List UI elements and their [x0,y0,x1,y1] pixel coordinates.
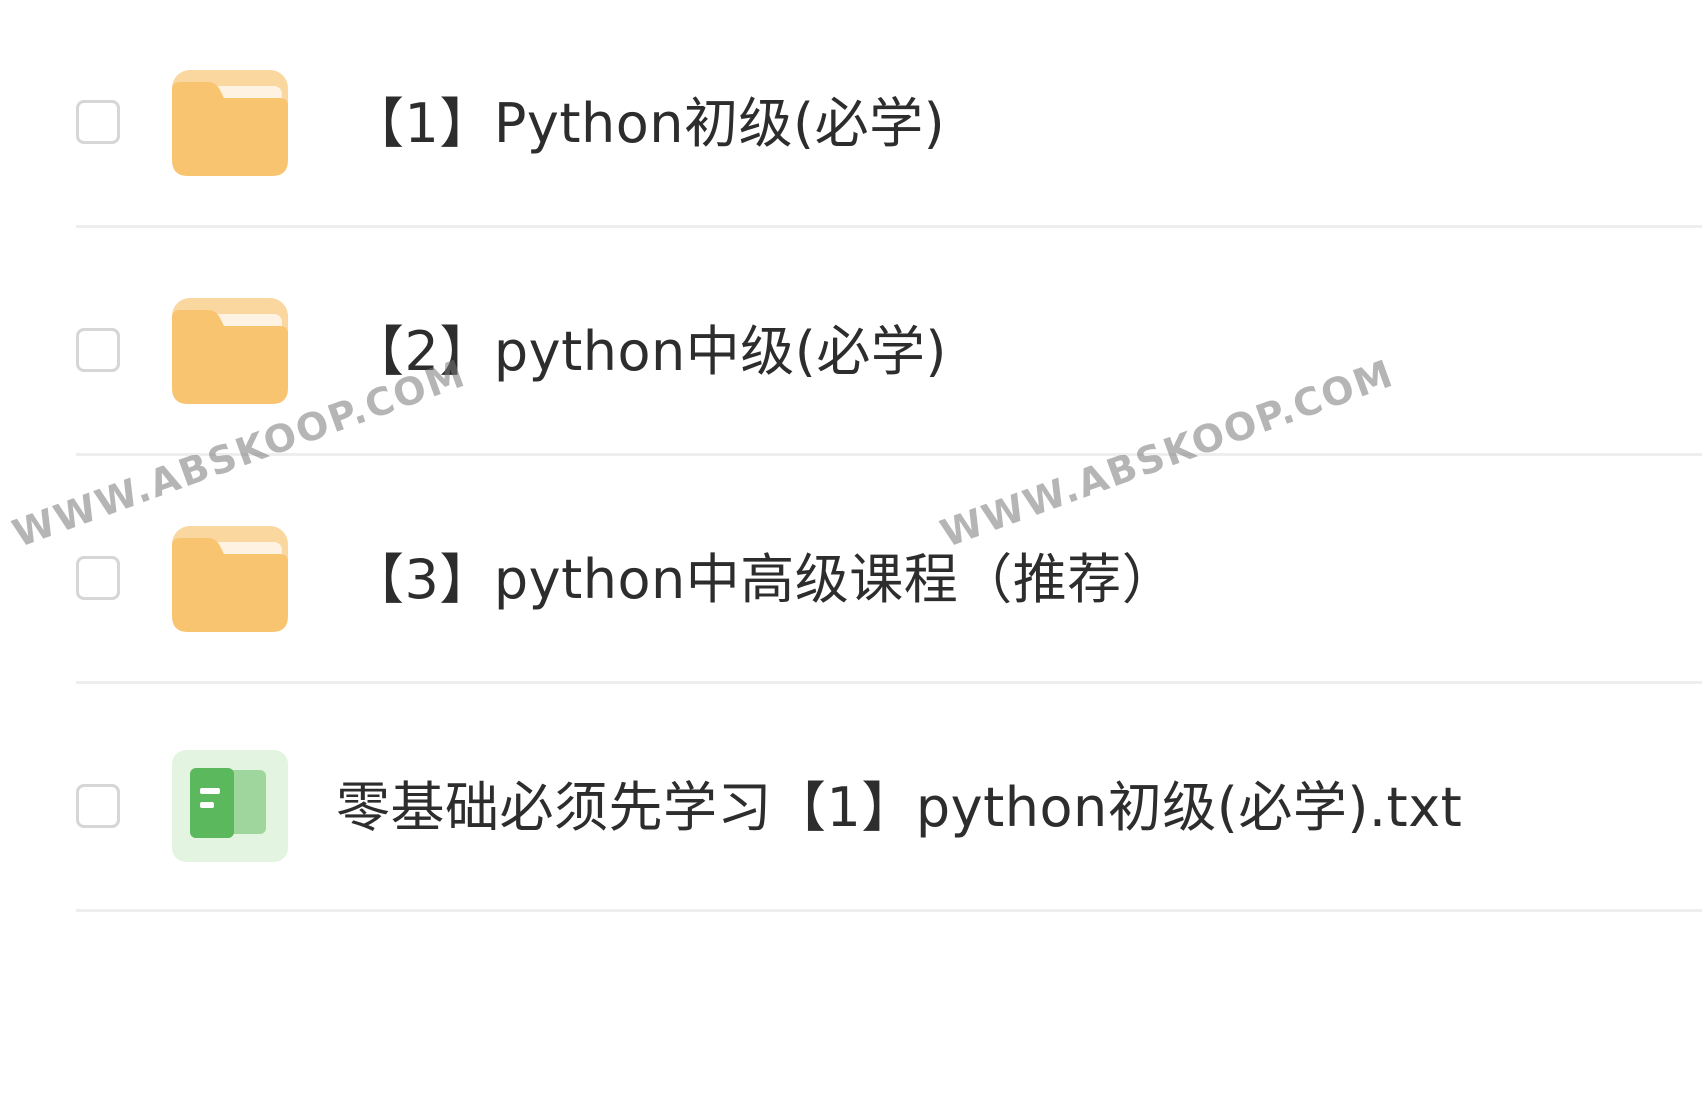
file-name[interactable]: 零基础必须先学习【1】python初级(必学).txt [336,768,1462,848]
row-checkbox[interactable] [76,328,120,372]
folder-name[interactable]: 【2】python中级(必学) [350,312,947,392]
folder-icon [172,70,288,176]
folder-name[interactable]: 【3】python中高级课程（推荐） [350,540,1176,620]
row-divider [76,909,1702,912]
folder-icon [172,298,288,404]
row-checkbox[interactable] [76,556,120,600]
row-checkbox[interactable] [76,784,120,828]
text-file-icon [172,750,288,862]
list-item[interactable]: 【1】Python初级(必学) [0,0,1702,228]
list-item[interactable]: 零基础必须先学习【1】python初级(必学).txt [0,684,1702,912]
folder-name[interactable]: 【1】Python初级(必学) [350,84,945,164]
list-item[interactable]: 【2】python中级(必学) [0,228,1702,456]
list-item[interactable]: 【3】python中高级课程（推荐） [0,456,1702,684]
row-checkbox[interactable] [76,100,120,144]
folder-icon [172,526,288,632]
